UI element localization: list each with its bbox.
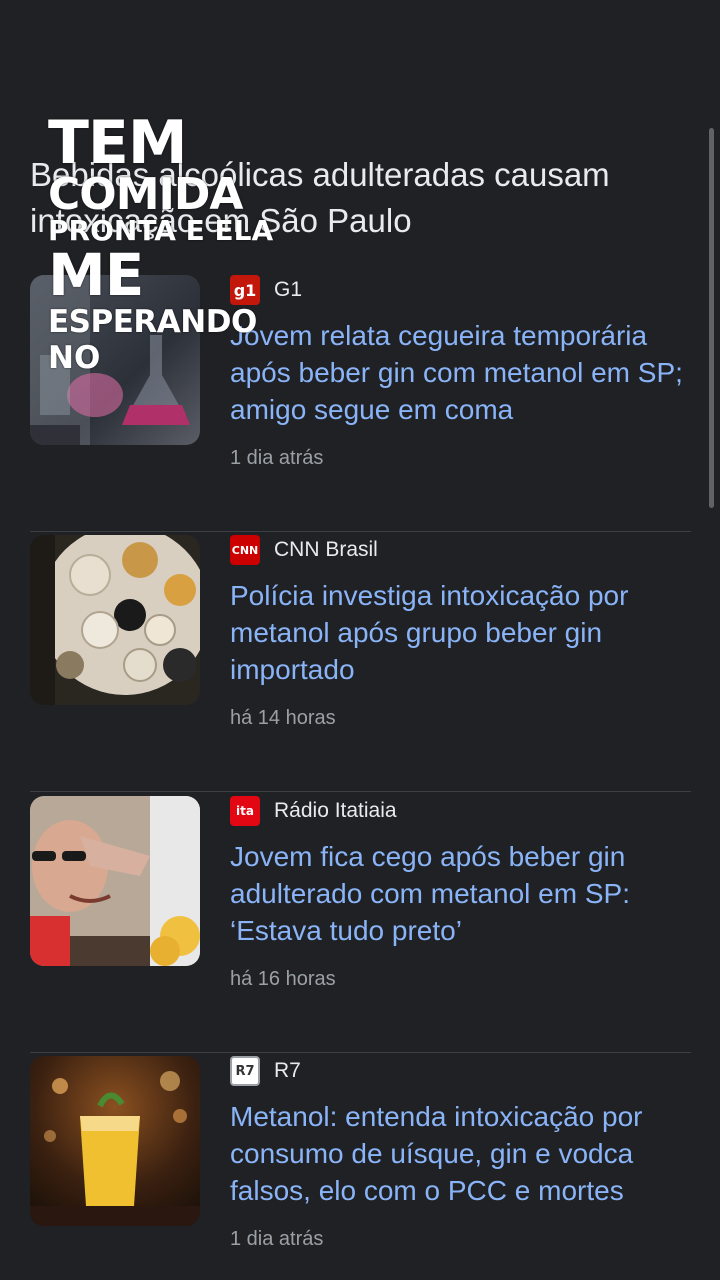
article-thumbnail[interactable] (30, 796, 200, 966)
source-row[interactable]: g1 G1 (230, 275, 302, 305)
source-row[interactable]: ita Rádio Itatiaia (230, 796, 397, 826)
article-thumbnail[interactable] (30, 1056, 200, 1226)
itatiaia-logo-icon: ita (230, 796, 260, 826)
lab-flask-image (30, 275, 200, 445)
article-headline[interactable]: Metanol: entenda intoxicação por consumo… (230, 1098, 690, 1209)
glasses-table-image (30, 535, 200, 705)
source-row[interactable]: R7 R7 (230, 1056, 301, 1086)
article-headline[interactable]: Polícia investiga intoxicação por metano… (230, 577, 690, 688)
topic-title: Bebidas alcoólicas adulteradas causam in… (30, 156, 610, 239)
g1-logo-icon: g1 (230, 275, 260, 305)
young-man-image (30, 796, 200, 966)
article-time: há 14 horas (230, 707, 336, 729)
article-thumbnail[interactable] (30, 275, 200, 445)
article-thumbnail[interactable] (30, 535, 200, 705)
article-card-r7[interactable]: R7 R7 Metanol: entenda intoxicação por c… (30, 1053, 691, 1280)
scrollbar[interactable] (709, 128, 714, 508)
r7-logo-icon: R7 (230, 1056, 260, 1086)
article-card-g1[interactable]: g1 G1 Jovem relata cegueira temporária a… (30, 272, 691, 532)
article-time: há 16 horas (230, 968, 336, 990)
article-headline[interactable]: Jovem relata cegueira temporária após be… (230, 317, 690, 428)
article-time: 1 dia atrás (230, 447, 324, 469)
cocktail-glass-image (30, 1056, 200, 1226)
source-name: Rádio Itatiaia (274, 799, 397, 822)
article-card-cnn[interactable]: CNN CNN Brasil Polícia investiga intoxic… (30, 532, 691, 792)
cnn-logo-icon: CNN (230, 535, 260, 565)
source-row[interactable]: CNN CNN Brasil (230, 535, 378, 565)
source-name: R7 (274, 1059, 301, 1082)
source-name: G1 (274, 278, 303, 301)
article-card-itatiaia[interactable]: ita Rádio Itatiaia Jovem fica cego após … (30, 793, 691, 1053)
source-name: CNN Brasil (274, 538, 378, 561)
article-headline[interactable]: Jovem fica cego após beber gin adulterad… (230, 838, 690, 949)
divider (30, 791, 691, 792)
article-time: 1 dia atrás (230, 1228, 324, 1250)
